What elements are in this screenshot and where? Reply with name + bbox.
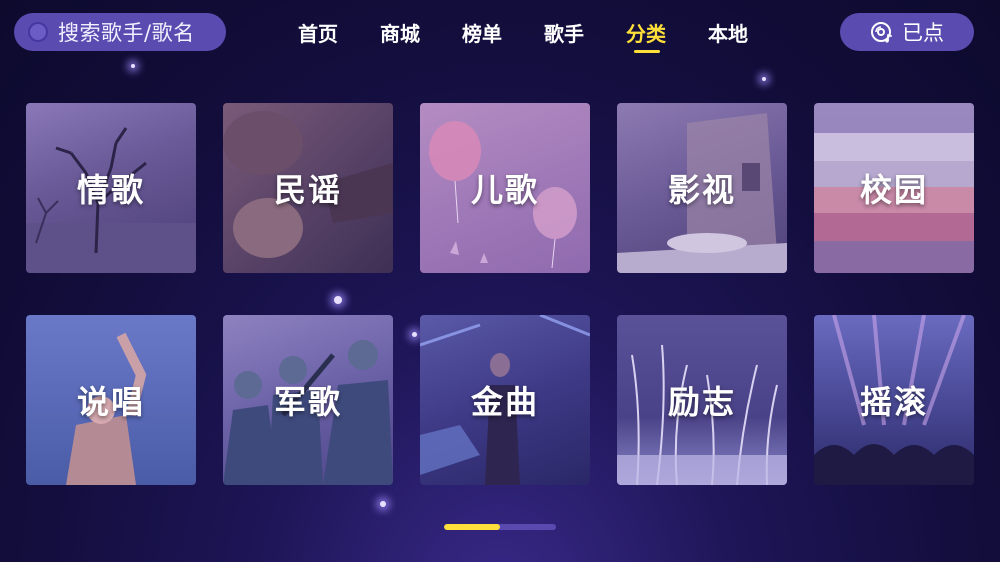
category-card-campus[interactable]: 校园 — [814, 103, 974, 273]
search-bar[interactable]: 搜索歌手/歌名 — [14, 13, 226, 51]
nav-item-charts[interactable]: 榜单 — [462, 18, 502, 52]
nav-item-local[interactable]: 本地 — [708, 18, 748, 52]
category-card-folk[interactable]: 民谣 — [223, 103, 393, 273]
category-label: 影视 — [667, 171, 736, 209]
category-card-military[interactable]: 军歌 — [223, 315, 393, 485]
category-label: 军歌 — [273, 383, 342, 421]
search-placeholder: 搜索歌手/歌名 — [58, 21, 195, 45]
top-bar: 搜索歌手/歌名 首页 商城 榜单 歌手 分类 本地 已点 — [0, 0, 1000, 66]
category-card-film-tv[interactable]: 影视 — [617, 103, 787, 273]
ordered-songs-button[interactable]: 已点 — [840, 13, 974, 51]
main-nav: 首页 商城 榜单 歌手 分类 本地 — [298, 18, 790, 53]
category-card-inspirational[interactable]: 励志 — [617, 315, 787, 485]
active-tab-indicator — [634, 50, 660, 53]
nav-item-categories-label: 分类 — [626, 22, 666, 46]
category-label: 校园 — [859, 171, 928, 209]
category-card-golden-hits[interactable]: 金曲 — [420, 315, 590, 485]
category-card-rap[interactable]: 说唱 — [26, 315, 196, 485]
category-card-love-songs[interactable]: 情歌 — [26, 103, 196, 273]
category-label: 民谣 — [273, 171, 342, 209]
page-indicator — [444, 524, 556, 530]
category-label: 情歌 — [76, 171, 145, 209]
category-card-rock[interactable]: 摇滚 — [814, 315, 974, 485]
nav-item-singers[interactable]: 歌手 — [544, 18, 584, 52]
ordered-songs-label: 已点 — [902, 21, 944, 45]
category-label: 励志 — [667, 383, 736, 421]
category-label: 金曲 — [470, 383, 539, 421]
nav-item-store[interactable]: 商城 — [380, 18, 420, 52]
category-label: 摇滚 — [859, 383, 928, 421]
category-label: 儿歌 — [470, 171, 539, 209]
category-grid: 情歌 民谣 儿歌 影视 校园 说唱 军歌 金曲 励志 摇滚 — [26, 103, 1000, 485]
sparkle-decoration — [380, 501, 386, 507]
category-card-kids[interactable]: 儿歌 — [420, 103, 590, 273]
nav-item-home[interactable]: 首页 — [298, 18, 338, 52]
sparkle-decoration — [762, 77, 766, 81]
page-indicator-current — [444, 524, 500, 530]
disc-icon — [871, 22, 892, 43]
nav-item-categories[interactable]: 分类 — [626, 18, 666, 53]
category-label: 说唱 — [76, 383, 145, 421]
search-icon — [28, 22, 48, 42]
